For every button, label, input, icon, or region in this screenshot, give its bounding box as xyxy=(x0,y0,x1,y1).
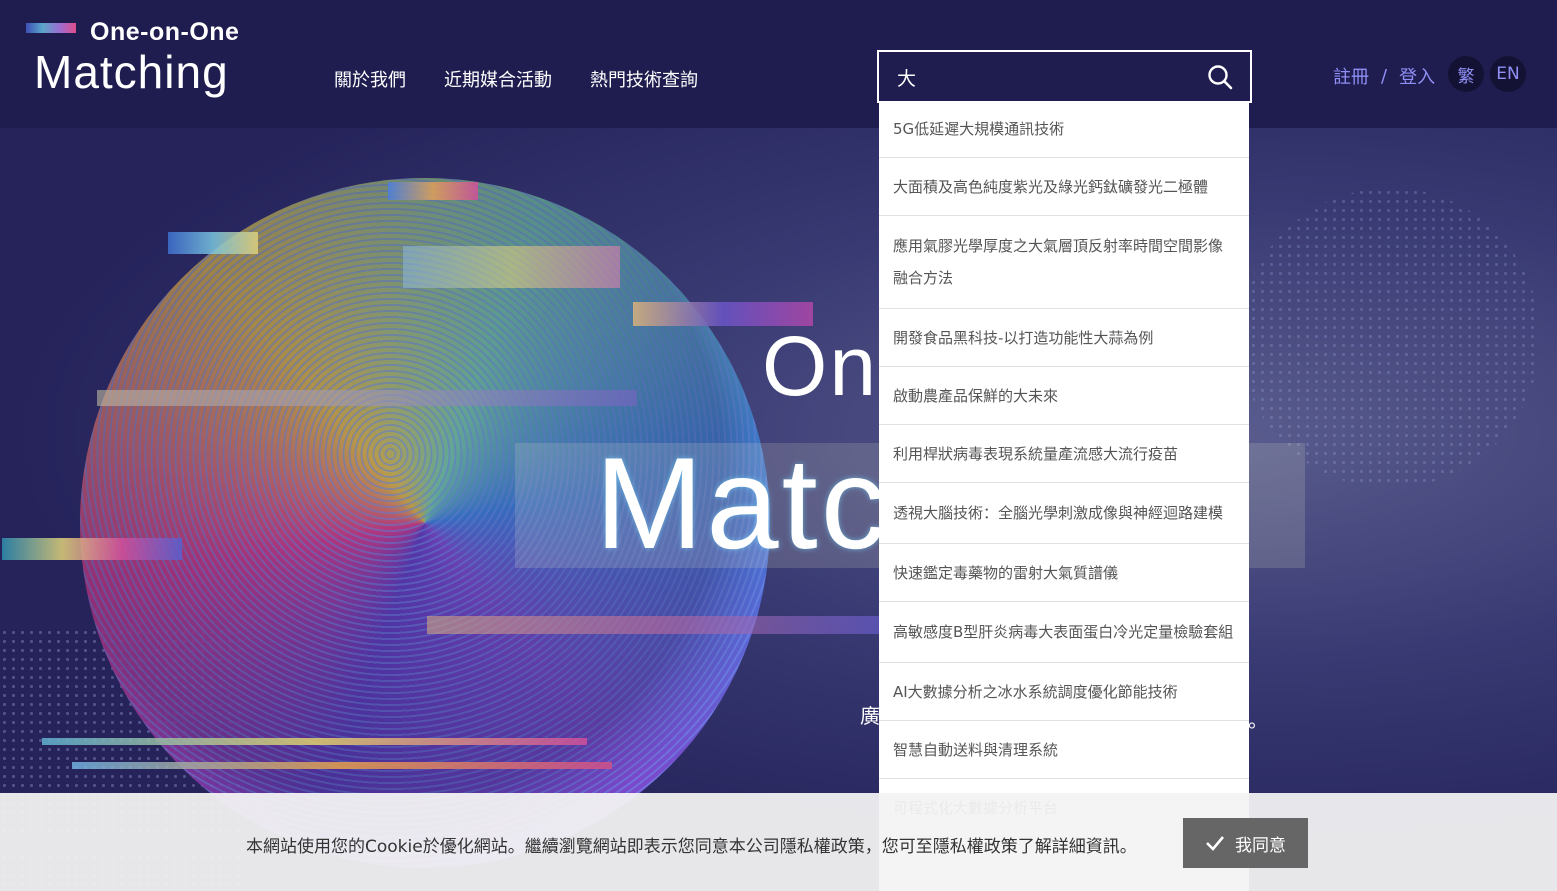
glitch-bar xyxy=(168,232,258,254)
suggestion-item[interactable]: 開發食品黑科技-以打造功能性大蒜為例 xyxy=(879,309,1249,367)
cookie-message: 本網站使用您的Cookie於優化網站。繼續瀏覽網站即表示您同意本公司隱私權政策，… xyxy=(246,837,1137,857)
login-link[interactable]: 登入 xyxy=(1399,63,1435,89)
hero-subtitle: 廣 xyxy=(860,704,880,728)
cookie-accept-button[interactable]: 我同意 xyxy=(1183,818,1308,868)
suggestion-item[interactable]: 應用氣膠光學厚度之大氣層頂反射率時間空間影像融合方法 xyxy=(879,216,1249,309)
suggestion-item[interactable]: 快速鑑定毒藥物的雷射大氣質譜儀 xyxy=(879,544,1249,602)
cookie-accept-label: 我同意 xyxy=(1235,835,1286,856)
suggestion-item[interactable]: 利用桿狀病毒表現系統量產流感大流行疫苗 xyxy=(879,425,1249,483)
glitch-bar xyxy=(427,616,887,634)
check-icon xyxy=(1206,836,1224,851)
suggestion-item[interactable]: 高敏感度B型肝炎病毒大表面蛋白冷光定量檢驗套組 xyxy=(879,602,1249,663)
suggestion-item[interactable]: 大面積及高色純度紫光及綠光鈣鈦礦發光二極體 xyxy=(879,158,1249,216)
glitch-bar xyxy=(97,390,637,406)
main-nav: 關於我們 近期媒合活動 熱門技術查詢 xyxy=(334,66,698,92)
site-header: One-on-One Matching 關於我們 近期媒合活動 熱門技術查詢 註… xyxy=(0,0,1557,128)
hero-banner: One-on-One Matching 廣 。 xyxy=(0,128,1557,891)
nav-about[interactable]: 關於我們 xyxy=(334,66,406,92)
logo-text-main: Matching xyxy=(34,46,229,98)
nav-tech-search[interactable]: 熱門技術查詢 xyxy=(590,66,698,92)
suggestion-item[interactable]: 智慧自動送料與清理系統 xyxy=(879,721,1249,779)
search-input[interactable] xyxy=(897,62,1197,92)
glitch-bar xyxy=(72,762,612,769)
lang-en-button[interactable]: EN xyxy=(1490,56,1526,92)
cookie-consent-bar: 本網站使用您的Cookie於優化網站。繼續瀏覽網站即表示您同意本公司隱私權政策，… xyxy=(0,793,1557,891)
glitch-bar xyxy=(42,738,587,745)
glitch-bar xyxy=(2,538,182,560)
suggestion-item[interactable]: 5G低延遲大規模通訊技術 xyxy=(879,100,1249,158)
search-icon[interactable] xyxy=(1206,63,1234,91)
auth-links: 註冊 / 登入 xyxy=(1333,63,1435,89)
logo-accent-bar xyxy=(26,23,76,33)
search-box xyxy=(877,50,1252,103)
register-link[interactable]: 註冊 xyxy=(1333,63,1369,89)
site-logo[interactable]: One-on-One Matching xyxy=(26,18,286,100)
logo-text-top: One-on-One xyxy=(90,18,240,46)
glitch-bar xyxy=(403,246,620,288)
suggestion-item[interactable]: 啟動農產品保鮮的大未來 xyxy=(879,367,1249,425)
glitch-bar xyxy=(388,182,478,200)
suggestion-item[interactable]: 透視大腦技術：全腦光學刺激成像與神經迴路建模 xyxy=(879,483,1249,544)
auth-separator: / xyxy=(1381,65,1388,87)
suggestion-item[interactable]: AI大數據分析之冰水系統調度優化節能技術 xyxy=(879,663,1249,721)
nav-events[interactable]: 近期媒合活動 xyxy=(444,66,552,92)
lang-zh-button[interactable]: 繁 xyxy=(1448,56,1484,92)
search-suggestions: 5G低延遲大規模通訊技術 大面積及高色純度紫光及綠光鈣鈦礦發光二極體 應用氣膠光… xyxy=(879,100,1249,891)
